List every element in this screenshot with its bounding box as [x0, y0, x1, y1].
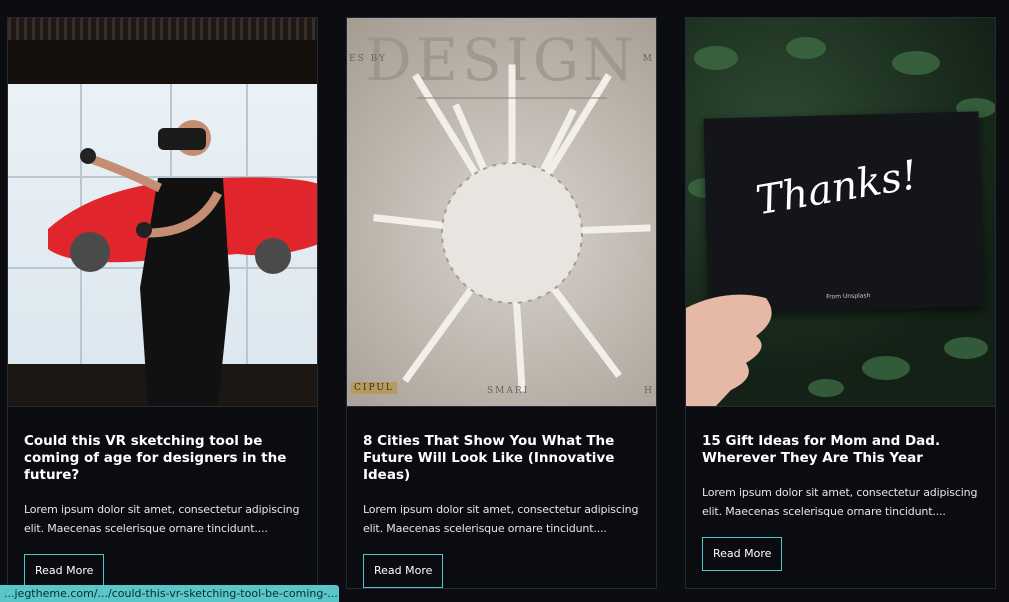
post-thumbnail[interactable]: Thanks! From Unsplash — [686, 18, 995, 407]
thumbnail-text-bottom-left: CIPUL — [351, 382, 397, 394]
read-more-button[interactable]: Read More — [24, 554, 105, 588]
post-title[interactable]: Could this VR sketching tool be coming o… — [24, 433, 301, 484]
city-sphere-illustration — [373, 64, 651, 392]
post-card-gifts: Thanks! From Unsplash 15 Gift Ideas for … — [685, 17, 996, 589]
post-excerpt: Lorem ipsum dolor sit amet, consectetur … — [24, 503, 300, 535]
post-title[interactable]: 15 Gift Ideas for Mom and Dad. Wherever … — [702, 433, 979, 467]
thumbnail-text-bottom-mid: SMARI — [487, 386, 530, 396]
post-thumbnail[interactable] — [8, 18, 317, 407]
read-more-button[interactable]: Read More — [363, 554, 444, 588]
thumbnail-text-bottom-right: H — [644, 386, 654, 396]
post-card-cities: DESIGN ES BY M CIPUL SMARI H 8 Cities Th… — [346, 17, 657, 589]
hand-illustration — [686, 294, 772, 406]
read-more-button[interactable]: Read More — [702, 537, 783, 571]
post-thumbnail[interactable]: DESIGN ES BY M CIPUL SMARI H — [347, 18, 656, 407]
person-illustration — [80, 120, 230, 406]
post-card-vr: Could this VR sketching tool be coming o… — [7, 17, 318, 589]
link-status-bar: ...jegtheme.com/.../could-this-vr-sketch… — [0, 585, 339, 602]
post-title[interactable]: 8 Cities That Show You What The Future W… — [363, 433, 640, 484]
post-excerpt: Lorem ipsum dolor sit amet, consectetur … — [702, 486, 978, 518]
post-excerpt: Lorem ipsum dolor sit amet, consectetur … — [363, 503, 639, 535]
post-grid: Could this VR sketching tool be coming o… — [7, 17, 996, 589]
